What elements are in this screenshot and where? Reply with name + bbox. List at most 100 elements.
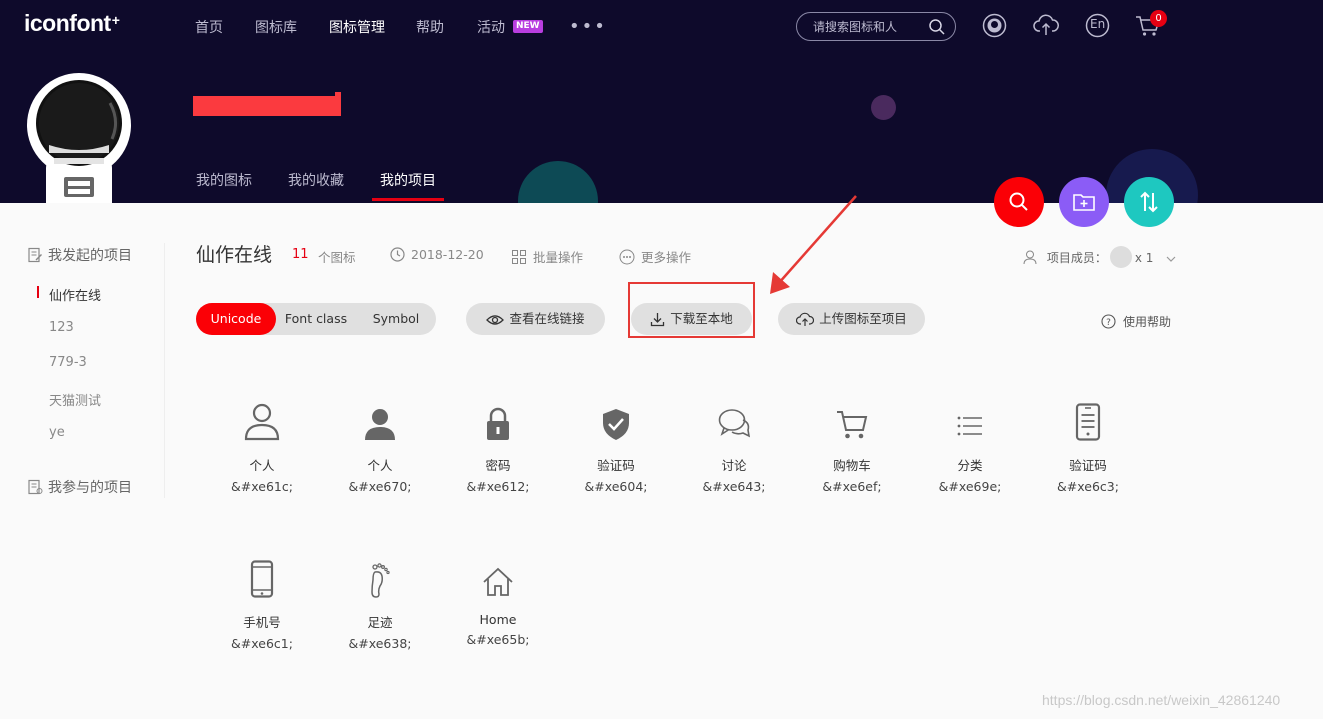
chevron-down-icon xyxy=(1166,256,1176,262)
icon-code: &#xe604; xyxy=(584,479,648,494)
nav-icon-management[interactable]: 图标管理 xyxy=(329,17,385,37)
usage-help-link[interactable]: ? 使用帮助 xyxy=(1101,313,1171,330)
format-font-class-tab[interactable]: Font class xyxy=(276,303,356,335)
icon-count-unit: 个图标 xyxy=(318,250,356,265)
member-avatar[interactable] xyxy=(1109,246,1132,268)
project-members[interactable]: 项目成员： x 1 xyxy=(1022,246,1177,268)
active-tab-indicator xyxy=(372,198,444,201)
nav-icon-library[interactable]: 图标库 xyxy=(255,17,297,37)
icon-name: 个人 xyxy=(367,458,393,473)
phone-list-icon xyxy=(1029,381,1147,441)
icon-card[interactable]: 验证码 &#xe6c3; xyxy=(1029,381,1147,494)
cart-count-badge: 0 xyxy=(1150,10,1167,27)
icon-card[interactable]: 分类 &#xe69e; xyxy=(911,381,1029,494)
view-online-link-button[interactable]: 查看在线链接 xyxy=(466,303,605,335)
sidebar-item-project[interactable]: 天猫测试 xyxy=(49,390,101,409)
icon-code: &#xe638; xyxy=(348,636,412,651)
decorative-circle xyxy=(871,95,896,120)
footprint-icon xyxy=(321,538,439,598)
nav-activity[interactable]: 活动 xyxy=(477,17,505,37)
sidebar-item-project[interactable]: 仙作在线 xyxy=(49,285,101,304)
cart-icon xyxy=(793,381,911,441)
icon-name: 验证码 xyxy=(597,458,635,473)
tab-my-icons[interactable]: 我的图标 xyxy=(196,170,252,190)
watermark: https://blog.csdn.net/weixin_42861240 xyxy=(1042,692,1281,708)
icon-card[interactable]: 验证码 &#xe604; xyxy=(557,381,675,494)
sidebar-started-projects-heading[interactable]: 我发起的项目 xyxy=(27,245,132,265)
redacted-username xyxy=(193,92,341,116)
more-menu-button[interactable]: ••• xyxy=(569,16,607,37)
new-badge: NEW xyxy=(513,20,543,33)
icon-code: &#xe69e; xyxy=(938,479,1002,494)
search-icon[interactable] xyxy=(928,18,946,40)
tab-my-favorites[interactable]: 我的收藏 xyxy=(288,170,344,190)
icon-name: 分类 xyxy=(957,458,983,473)
decorative-circle xyxy=(518,161,598,203)
user-filled-icon xyxy=(321,381,439,441)
sidebar-item-project[interactable]: 123 xyxy=(49,320,74,335)
sort-arrows-icon xyxy=(1140,191,1158,213)
icon-card[interactable]: 密码 &#xe612; xyxy=(439,381,557,494)
icon-name: 讨论 xyxy=(721,458,747,473)
list-icon xyxy=(911,381,1029,441)
batch-operation-button[interactable]: 批量操作 xyxy=(511,247,583,266)
more-operations-button[interactable]: 更多操作 xyxy=(619,247,691,266)
language-icon[interactable]: En xyxy=(1085,13,1110,42)
icon-card[interactable]: 足迹 &#xe638; xyxy=(321,538,439,651)
icon-card[interactable]: 购物车 &#xe6ef; xyxy=(793,381,911,494)
sidebar-joined-projects-heading[interactable]: 我参与的项目 xyxy=(27,477,132,497)
iconfont-logo[interactable]: iconfont+ xyxy=(24,10,120,37)
cloud-upload-icon xyxy=(796,312,815,326)
sidebar-active-indicator xyxy=(37,286,39,298)
sidebar-item-project[interactable]: 779-3 xyxy=(49,355,87,370)
sort-fab-button[interactable] xyxy=(1124,177,1174,227)
top-nav: iconfont+ 首页 图标库 图标管理 帮助 活动 NEW ••• En 0 xyxy=(0,0,1323,52)
icon-card[interactable]: 手机号 &#xe6c1; xyxy=(203,538,321,651)
folder-add-icon xyxy=(1073,194,1095,211)
more-circle-icon xyxy=(619,249,635,265)
nav-help[interactable]: 帮助 xyxy=(416,17,444,37)
search-box[interactable] xyxy=(796,12,956,41)
icon-code: &#xe6c1; xyxy=(231,636,293,651)
icon-code: &#xe643; xyxy=(702,479,766,494)
icon-card[interactable]: 个人 &#xe670; xyxy=(321,381,439,494)
search-icon xyxy=(1009,192,1028,211)
icon-card[interactable]: 个人 &#xe61c; xyxy=(203,381,321,494)
icon-code: &#xe61c; xyxy=(231,479,293,494)
icon-name: 手机号 xyxy=(243,615,281,630)
document-list-icon xyxy=(28,479,43,495)
search-input[interactable] xyxy=(813,18,923,36)
profile-banner: 我的图标 我的收藏 我的项目 xyxy=(0,52,1323,203)
format-unicode-tab[interactable]: Unicode xyxy=(196,303,276,335)
search-fab-button[interactable] xyxy=(994,177,1044,227)
icon-name: 足迹 xyxy=(367,615,393,630)
chat-bubbles-icon xyxy=(675,381,793,441)
lock-icon xyxy=(439,381,557,441)
icon-code: &#xe670; xyxy=(348,479,412,494)
add-folder-fab-button[interactable] xyxy=(1059,177,1109,227)
members-icon xyxy=(1023,250,1037,265)
sidebar-item-project[interactable]: ye xyxy=(49,425,65,440)
icon-card[interactable]: Home &#xe65b; xyxy=(439,538,557,647)
clock-icon xyxy=(390,247,405,262)
sidebar-divider xyxy=(164,243,165,498)
icon-name: 购物车 xyxy=(833,458,871,473)
nav-home[interactable]: 首页 xyxy=(195,17,223,37)
icon-count: 11 xyxy=(292,247,309,262)
help-circle-icon: ? xyxy=(1101,314,1116,329)
user-avatar-icon[interactable] xyxy=(982,13,1007,42)
icon-name: 验证码 xyxy=(1069,458,1107,473)
document-edit-icon xyxy=(28,247,42,263)
icon-code: &#xe65b; xyxy=(466,632,530,647)
shield-check-icon xyxy=(557,381,675,441)
cloud-upload-icon[interactable] xyxy=(1033,13,1059,42)
icon-code: &#xe6c3; xyxy=(1057,479,1119,494)
user-outline-icon xyxy=(203,381,321,441)
icon-card[interactable]: 讨论 &#xe643; xyxy=(675,381,793,494)
tab-my-projects[interactable]: 我的项目 xyxy=(380,170,436,190)
icon-name: 密码 xyxy=(485,458,511,473)
format-symbol-tab[interactable]: Symbol xyxy=(356,303,436,335)
upload-to-project-button[interactable]: 上传图标至项目 xyxy=(778,303,925,335)
astronaut-avatar-icon[interactable] xyxy=(24,73,134,207)
format-switch: Unicode Font class Symbol xyxy=(196,303,436,335)
